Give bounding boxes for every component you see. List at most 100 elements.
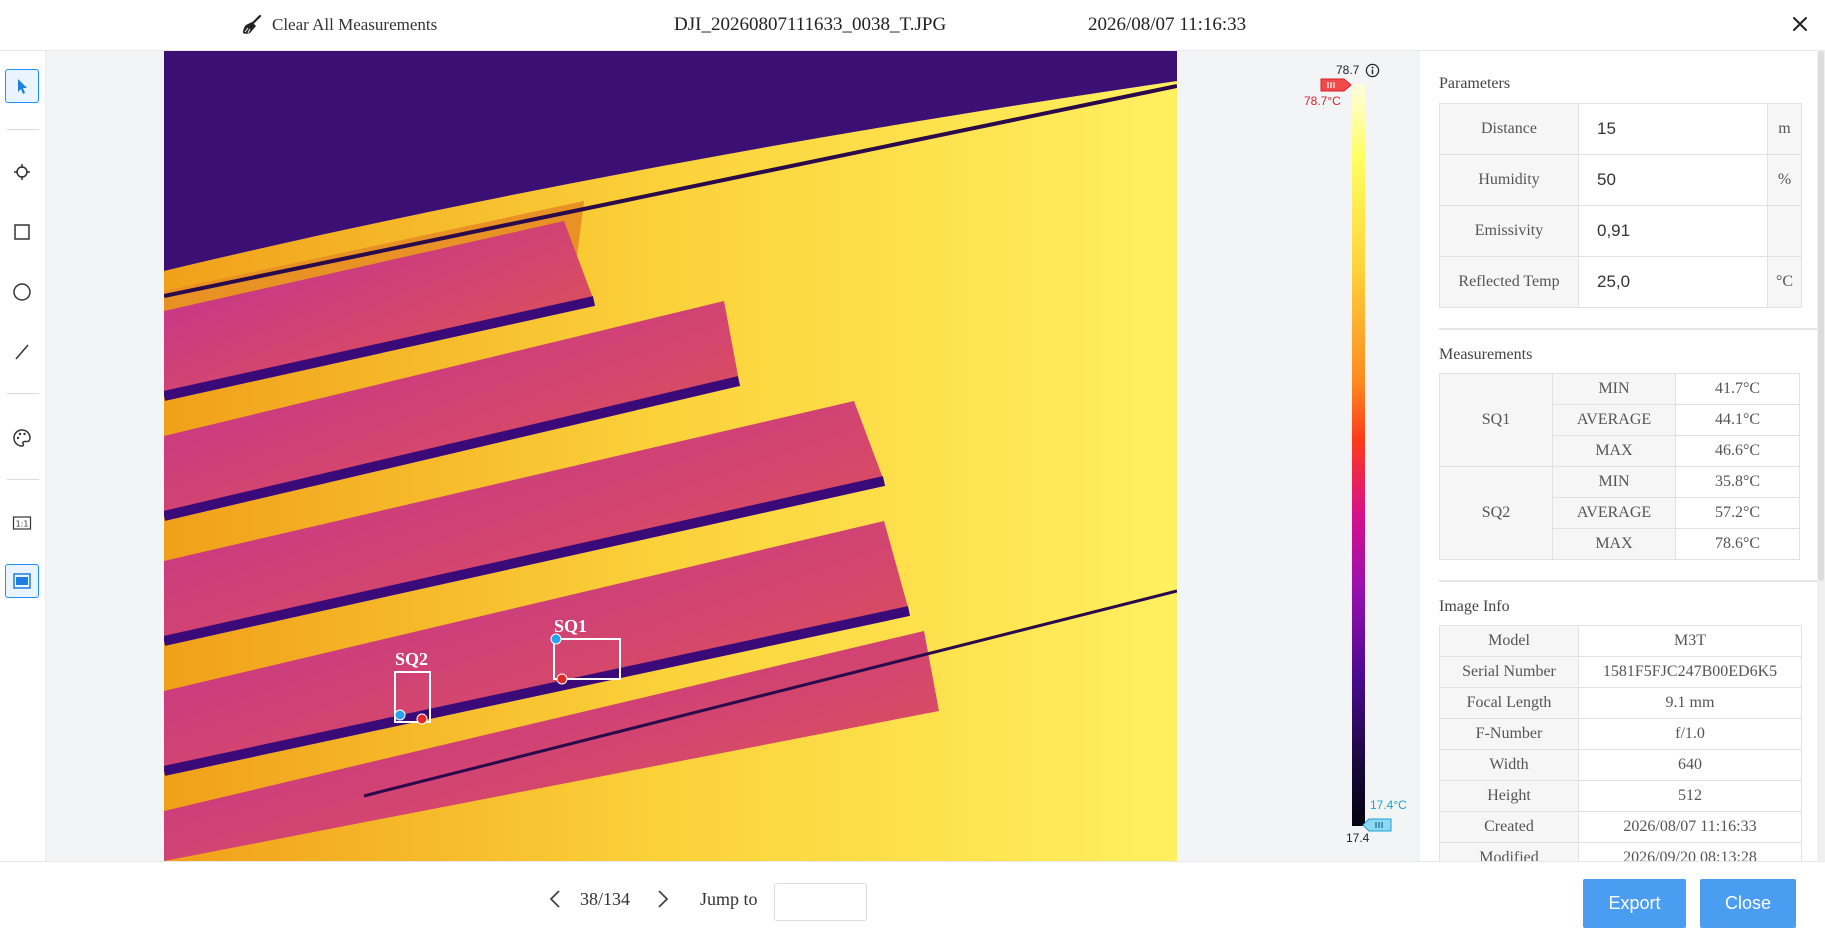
max-temp-marker-icon[interactable] — [1320, 77, 1352, 93]
stat-key: MAX — [1552, 435, 1676, 467]
info-value: M3T — [1578, 625, 1802, 657]
line-icon — [15, 344, 29, 360]
info-key: Focal Length — [1439, 687, 1579, 719]
parameters-table: Distance 15 m Humidity 50 % Emissivity 0… — [1439, 103, 1802, 308]
param-row: Emissivity 0,91 — [1439, 205, 1802, 257]
measurements-table: SQ1 MIN 41.7°C AVERAGE 44.1°C MAX 46.6°C… — [1439, 373, 1800, 560]
stat-key: AVERAGE — [1552, 497, 1676, 529]
stat-value: 41.7°C — [1675, 373, 1800, 405]
sq1-label: SQ1 — [554, 616, 588, 636]
parameters-title: Parameters — [1439, 75, 1511, 92]
broom-icon — [243, 14, 262, 34]
stat-value: 44.1°C — [1675, 404, 1800, 436]
param-unit: % — [1767, 154, 1802, 206]
info-value: f/1.0 — [1578, 718, 1802, 750]
toolbar-divider — [7, 129, 39, 130]
table-row: Model M3T — [1439, 625, 1802, 657]
info-value: 1581F5FJC247B00ED6K5 — [1578, 656, 1802, 688]
clear-all-measurements-button[interactable]: Clear All Measurements — [240, 13, 437, 37]
section-divider — [1439, 580, 1821, 582]
emissivity-input[interactable]: 0,91 — [1578, 205, 1768, 257]
info-key: Modified — [1439, 842, 1579, 861]
line-tool[interactable] — [5, 335, 39, 369]
param-label: Reflected Temp — [1439, 256, 1579, 308]
one-to-one-icon: 1:1 — [12, 516, 32, 530]
palette-icon — [13, 429, 31, 447]
close-icon[interactable] — [1788, 12, 1812, 36]
circle-icon — [13, 283, 31, 301]
table-row: SQ2 MIN 35.8°C — [1439, 466, 1800, 560]
jump-to-input[interactable] — [774, 883, 867, 921]
toolbar-divider — [7, 479, 39, 480]
actual-size-tool[interactable]: 1:1 — [5, 506, 39, 540]
toolbar-divider — [7, 393, 39, 394]
table-row: Width 640 — [1439, 749, 1802, 781]
info-value: 512 — [1578, 780, 1802, 812]
distance-input[interactable]: 15 — [1578, 103, 1768, 155]
file-name: DJI_20260807111633_0038_T.JPG — [674, 14, 947, 35]
table-row: SQ1 MIN 41.7°C — [1439, 373, 1800, 467]
pointer-icon — [18, 79, 27, 94]
humidity-input[interactable]: 50 — [1578, 154, 1768, 206]
clear-all-label: Clear All Measurements — [272, 15, 438, 34]
pointer-tool[interactable] — [5, 69, 39, 103]
table-row: Modified 2026/09/20 08:13:28 — [1439, 842, 1802, 861]
info-panel: Parameters Distance 15 m Humidity 50 % E… — [1420, 51, 1825, 861]
info-key: Created — [1439, 811, 1579, 843]
scale-max-value: 78.7 — [1336, 63, 1360, 77]
param-unit: °C — [1767, 256, 1802, 308]
stat-value: 78.6°C — [1675, 528, 1800, 560]
stat-value: 35.8°C — [1675, 466, 1800, 498]
min-temp-marker-icon[interactable] — [1362, 818, 1392, 832]
scale-max-label: 78.7°C — [1304, 94, 1341, 108]
info-value: 2026/08/07 11:16:33 — [1578, 811, 1802, 843]
display-mode-icon — [13, 573, 31, 589]
spot-tool[interactable] — [5, 155, 39, 189]
close-button[interactable]: Close — [1700, 879, 1796, 928]
info-value: 9.1 mm — [1578, 687, 1802, 719]
reflected-temp-input[interactable]: 25,0 — [1578, 256, 1768, 308]
svg-text:1:1: 1:1 — [16, 520, 29, 529]
param-label: Emissivity — [1439, 205, 1579, 257]
chevron-right-icon[interactable] — [652, 888, 672, 910]
scale-min-label: 17.4°C — [1370, 798, 1407, 812]
table-row: Created 2026/08/07 11:16:33 — [1439, 811, 1802, 843]
sq2-label: SQ2 — [395, 649, 429, 669]
crosshair-icon — [14, 164, 30, 180]
color-scale-bar — [1352, 84, 1365, 826]
measurement-name: SQ1 — [1439, 373, 1553, 467]
info-key: F-Number — [1439, 718, 1579, 750]
param-unit: m — [1767, 103, 1802, 155]
info-key: Width — [1439, 749, 1579, 781]
chevron-left-icon[interactable] — [546, 888, 566, 910]
stat-key: MIN — [1552, 466, 1676, 498]
stat-value: 57.2°C — [1675, 497, 1800, 529]
info-value: 640 — [1578, 749, 1802, 781]
footer-bar: 38/134 Jump to Export Close — [0, 861, 1825, 938]
jump-to-label: Jump to — [700, 889, 758, 909]
param-label: Humidity — [1439, 154, 1579, 206]
circle-tool[interactable] — [5, 275, 39, 309]
info-icon[interactable] — [1365, 63, 1380, 78]
page-indicator: 38/134 — [580, 889, 631, 909]
thermal-image[interactable]: SQ1 SQ2 — [164, 51, 1177, 861]
measurements-title: Measurements — [1439, 346, 1533, 363]
palette-tool[interactable] — [5, 421, 39, 455]
param-row: Reflected Temp 25,0 °C — [1439, 256, 1802, 308]
table-row: F-Number f/1.0 — [1439, 718, 1802, 750]
info-value: 2026/09/20 08:13:28 — [1578, 842, 1802, 861]
capture-timestamp: 2026/08/07 11:16:33 — [1088, 14, 1247, 35]
table-row: Serial Number 1581F5FJC247B00ED6K5 — [1439, 656, 1802, 688]
info-key: Height — [1439, 780, 1579, 812]
rectangle-icon — [14, 224, 30, 240]
export-button[interactable]: Export — [1583, 879, 1686, 928]
info-key: Model — [1439, 625, 1579, 657]
rectangle-tool[interactable] — [5, 215, 39, 249]
header-bar: Clear All Measurements DJI_2026080711163… — [0, 0, 1825, 51]
param-unit — [1767, 205, 1802, 257]
image-info-title: Image Info — [1439, 598, 1510, 615]
table-row: Height 512 — [1439, 780, 1802, 812]
display-mode-tool[interactable] — [5, 564, 39, 598]
thermal-image-canvas — [164, 51, 1177, 861]
panel-scrollbar-thumb[interactable] — [1818, 51, 1824, 581]
